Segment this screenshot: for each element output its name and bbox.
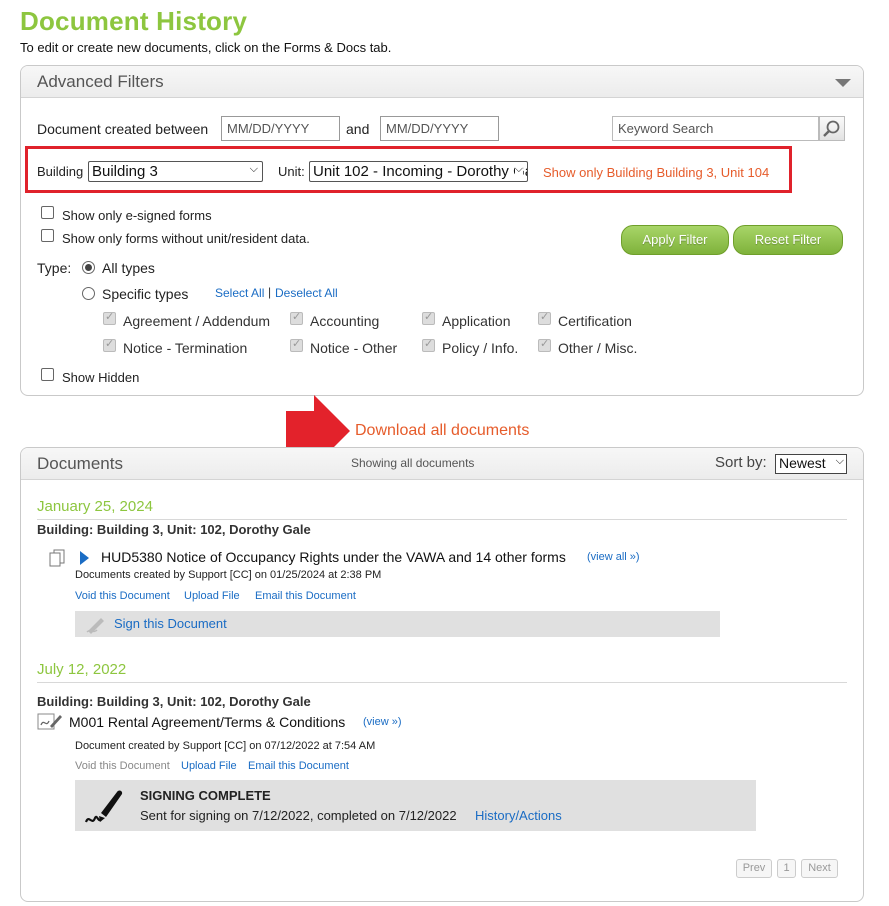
signed-document-icon	[37, 713, 62, 730]
type-label-certification: Certification	[558, 313, 632, 329]
sign-document-link[interactable]: Sign this Document	[114, 616, 227, 631]
specific-types-radio[interactable]	[82, 287, 95, 300]
unit-select-value: Unit 102 - Incoming - Dorothy Gale	[313, 163, 528, 180]
type-checkbox[interactable]	[422, 337, 435, 352]
unit-label: Unit:	[278, 164, 305, 179]
type-label: Type:	[37, 260, 72, 276]
select-all-link[interactable]: Select All	[215, 286, 264, 300]
expand-triangle-icon[interactable]	[80, 551, 90, 565]
email-document-link[interactable]: Email this Document	[255, 590, 356, 602]
sort-select-value: Newest	[779, 455, 826, 471]
collapse-caret-icon[interactable]	[835, 79, 851, 87]
documents-title: Documents	[37, 454, 123, 473]
building-line: Building: Building 3, Unit: 102, Dorothy…	[37, 522, 311, 537]
void-document-link[interactable]: Void this Document	[75, 590, 170, 602]
download-all-link[interactable]: Download all documents	[355, 422, 529, 440]
advanced-filters-panel: Advanced Filters Document created betwee…	[20, 65, 864, 396]
building-select-value: Building 3	[92, 163, 158, 180]
pen-icon	[86, 618, 104, 634]
history-actions-link[interactable]: History/Actions	[475, 808, 562, 823]
sort-label: Sort by:	[715, 454, 767, 471]
type-label-agreement: Agreement / Addendum	[123, 313, 271, 329]
type-label-policy: Policy / Info.	[442, 340, 519, 356]
created-between-label: Document created between	[37, 121, 209, 137]
sort-select[interactable]: Newest ⌵	[775, 454, 847, 474]
created-info: Document created by Support [CC] on 07/1…	[75, 740, 376, 752]
show-only-building-link[interactable]: Show only Building Building 3, Unit 104	[543, 165, 769, 180]
view-all-link[interactable]: (view all »)	[587, 551, 640, 563]
document-title[interactable]: M001 Rental Agreement/Terms & Conditions	[69, 714, 345, 730]
esigned-checkbox[interactable]	[41, 206, 54, 219]
view-link[interactable]: (view »)	[363, 716, 402, 728]
next-page-button[interactable]: Next	[801, 859, 838, 878]
upload-file-link[interactable]: Upload File	[181, 760, 237, 772]
page-title: Document History	[20, 6, 248, 36]
void-document-label: Void this Document	[75, 760, 170, 772]
signature-pen-icon	[84, 790, 123, 823]
signing-complete-box: SIGNING COMPLETE Sent for signing on 7/1…	[75, 780, 756, 831]
building-label: Building	[37, 164, 84, 179]
documents-panel: Documents Showing all documents Sort by:…	[20, 447, 864, 902]
documents-stack-icon	[49, 549, 65, 567]
specific-types-label: Specific types	[102, 286, 189, 302]
chevron-down-icon: ⌵	[835, 455, 844, 467]
type-label-application: Application	[442, 313, 511, 329]
all-types-radio[interactable]	[82, 261, 95, 274]
type-checkbox[interactable]	[422, 310, 435, 325]
type-checkbox[interactable]	[538, 310, 551, 325]
email-document-link[interactable]: Email this Document	[248, 760, 349, 772]
and-label: and	[346, 121, 370, 137]
prev-page-button[interactable]: Prev	[736, 859, 772, 878]
show-hidden-checkbox[interactable]	[41, 368, 54, 381]
chevron-down-icon: ⌵	[514, 163, 523, 176]
created-info: Documents created by Support [CC] on 01/…	[75, 569, 382, 581]
date-from-input[interactable]: MM/DD/YYYY	[221, 116, 340, 141]
show-hidden-label: Show Hidden	[62, 370, 140, 385]
document-title[interactable]: HUD5380 Notice of Occupancy Rights under…	[101, 549, 566, 565]
apply-filter-button[interactable]: Apply Filter	[621, 225, 729, 255]
upload-file-link[interactable]: Upload File	[184, 590, 240, 602]
unit-select[interactable]: Unit 102 - Incoming - Dorothy Gale ⌵	[309, 161, 528, 182]
date-heading: July 12, 2022	[37, 661, 127, 678]
all-types-label: All types	[102, 260, 155, 276]
search-icon	[823, 120, 840, 137]
type-label-notice-other: Notice - Other	[310, 340, 398, 356]
type-label-accounting: Accounting	[310, 313, 380, 329]
type-checkbox[interactable]	[103, 310, 116, 325]
showing-text: Showing all documents	[351, 456, 475, 470]
search-button[interactable]	[819, 116, 845, 141]
advanced-filters-title: Advanced Filters	[37, 72, 164, 91]
type-label-other: Other / Misc.	[558, 340, 638, 356]
advanced-filters-header[interactable]: Advanced Filters	[21, 66, 863, 98]
reset-filter-button[interactable]: Reset Filter	[733, 225, 843, 255]
type-checkbox[interactable]	[538, 337, 551, 352]
type-label-notice-termination: Notice - Termination	[123, 340, 248, 356]
date-divider	[37, 519, 847, 520]
keyword-search-input[interactable]: Keyword Search	[612, 116, 819, 141]
sign-document-bar[interactable]: Sign this Document	[75, 611, 720, 637]
type-checkbox[interactable]	[103, 337, 116, 352]
date-to-input[interactable]: MM/DD/YYYY	[380, 116, 499, 141]
chevron-down-icon: ⌵	[249, 163, 258, 175]
date-heading: January 25, 2024	[37, 498, 153, 515]
documents-header: Documents Showing all documents Sort by:…	[21, 448, 863, 480]
page-number-button[interactable]: 1	[777, 859, 796, 878]
building-select[interactable]: Building 3 ⌵	[88, 161, 263, 182]
esigned-label: Show only e-signed forms	[62, 208, 212, 223]
type-checkbox[interactable]	[290, 310, 303, 325]
deselect-all-link[interactable]: Deselect All	[275, 286, 338, 300]
link-separator: |	[268, 285, 272, 299]
without-unit-checkbox[interactable]	[41, 229, 54, 242]
page-subtitle: To edit or create new documents, click o…	[20, 40, 392, 55]
date-divider	[37, 682, 847, 683]
signing-status-detail: Sent for signing on 7/12/2022, completed…	[140, 808, 457, 823]
signing-status-title: SIGNING COMPLETE	[140, 788, 271, 803]
without-unit-label: Show only forms without unit/resident da…	[62, 231, 310, 246]
type-checkbox[interactable]	[290, 337, 303, 352]
building-line: Building: Building 3, Unit: 102, Dorothy…	[37, 694, 311, 709]
